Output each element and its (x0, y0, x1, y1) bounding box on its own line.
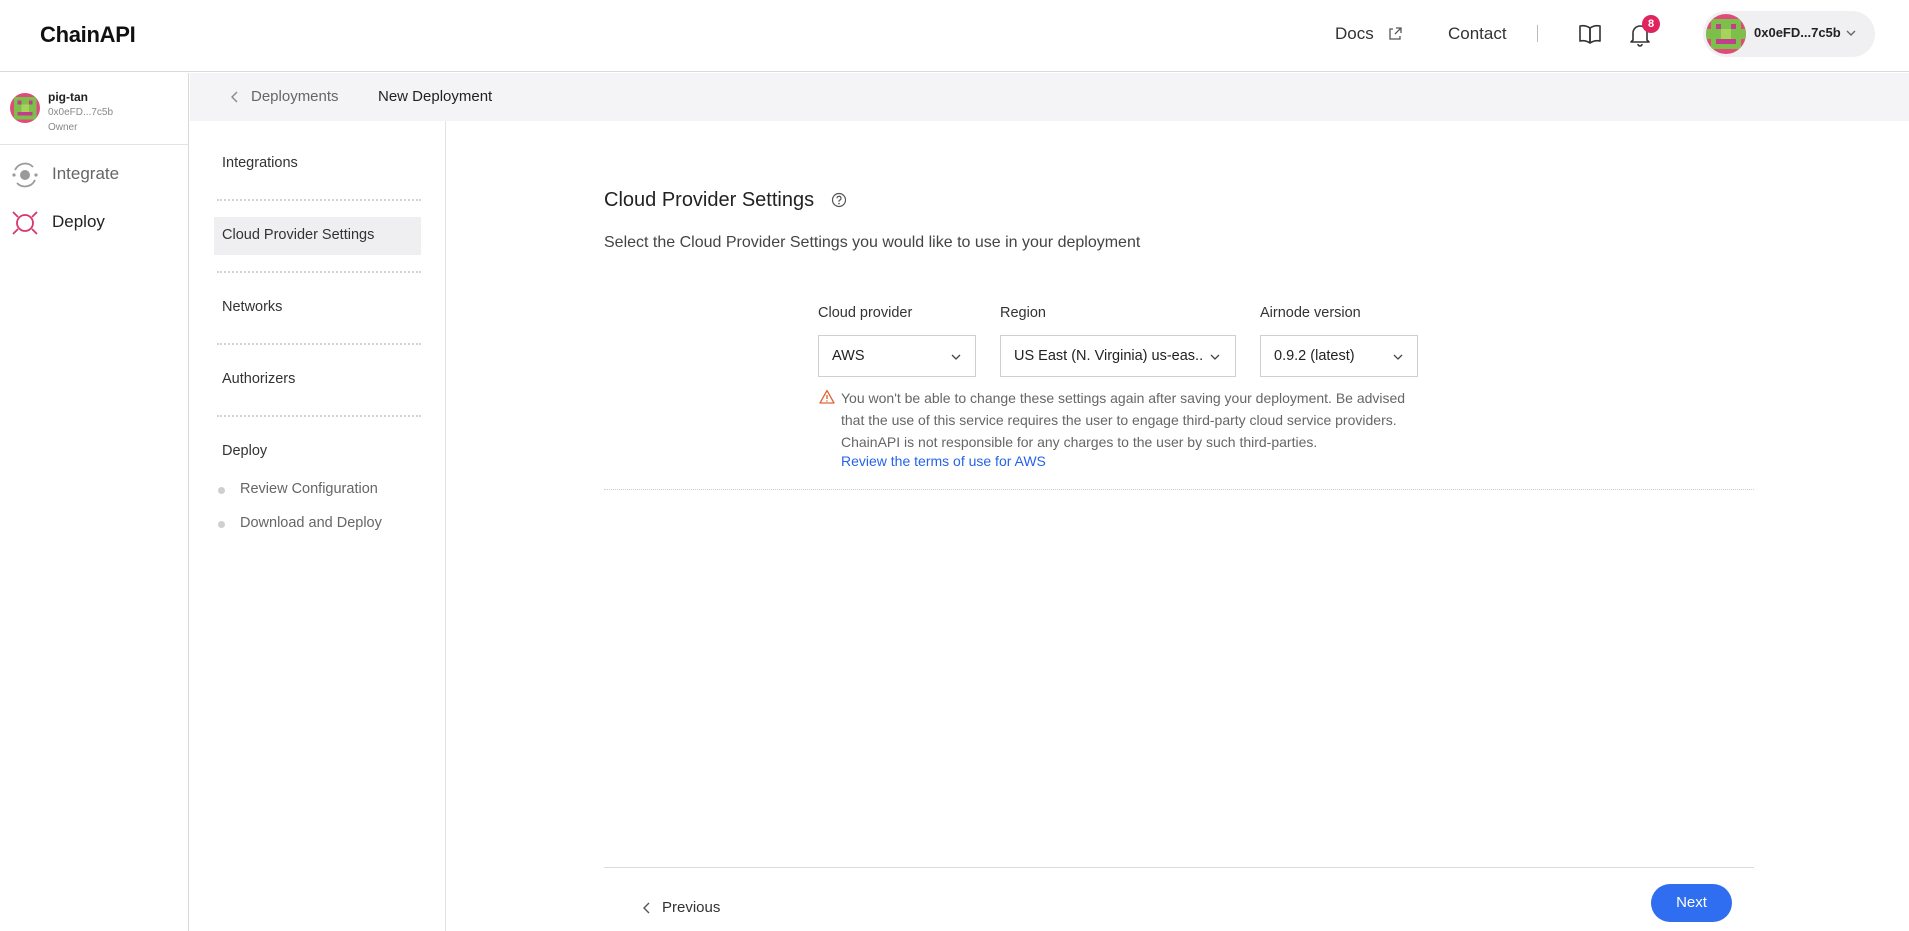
docs-link[interactable]: Docs (1335, 24, 1374, 44)
main-content: Cloud Provider Settings Select the Cloud… (447, 121, 1909, 931)
notification-badge: 8 (1642, 15, 1660, 33)
user-address: 0x0eFD...7c5b (48, 107, 114, 118)
step-divider (217, 343, 421, 345)
chevron-down-icon (951, 354, 961, 360)
select-value: 0.9.2 (latest) (1274, 348, 1355, 364)
region-label: Region (1000, 305, 1046, 321)
sub-step-label: Download and Deploy (240, 515, 382, 531)
step-label: Cloud Provider Settings (222, 227, 375, 243)
region-select[interactable]: US East (N. Virginia) us-eas... (1000, 335, 1236, 377)
step-integrations[interactable]: Integrations (214, 145, 421, 183)
step-deploy[interactable]: Deploy (214, 433, 421, 471)
top-header: ChainAPI Docs Contact 8 0x0eFD...7c5b (0, 0, 1909, 72)
cloud-provider-select[interactable]: AWS (818, 335, 976, 377)
sub-step-review-configuration[interactable]: Review Configuration (218, 479, 418, 503)
breadcrumb: Deployments New Deployment (190, 73, 1909, 121)
breadcrumb-current: New Deployment (378, 88, 493, 105)
external-link-icon[interactable] (1387, 26, 1403, 42)
chevron-down-icon (1393, 354, 1403, 360)
bullet-dot (218, 521, 225, 528)
avatar (1706, 14, 1746, 54)
aws-terms-link[interactable]: Review the terms of use for AWS (841, 453, 1046, 469)
chevron-down-icon (1846, 30, 1856, 36)
airnode-version-label: Airnode version (1260, 305, 1361, 321)
avatar (10, 93, 40, 123)
step-label: Deploy (222, 443, 268, 459)
header-divider (1537, 25, 1538, 42)
sidebar-item-label: Deploy (52, 212, 105, 231)
next-button[interactable]: Next (1651, 884, 1732, 922)
page-title: Cloud Provider Settings (604, 189, 815, 211)
step-label: Integrations (222, 155, 298, 171)
sidebar-item-deploy[interactable]: Deploy (0, 203, 189, 243)
next-label: Next (1676, 894, 1707, 911)
user-name: pig-tan (48, 90, 88, 104)
footer-divider (604, 867, 1754, 868)
airnode-version-select[interactable]: 0.9.2 (latest) (1260, 335, 1418, 377)
user-role: Owner (48, 122, 78, 133)
step-label: Authorizers (222, 371, 296, 387)
warning-icon (819, 389, 835, 404)
step-authorizers[interactable]: Authorizers (214, 361, 421, 399)
chevron-down-icon (1210, 354, 1220, 360)
chevron-left-icon[interactable] (230, 90, 240, 104)
step-networks[interactable]: Networks (214, 289, 421, 327)
step-divider (217, 415, 421, 417)
account-address: 0x0eFD...7c5b (1754, 25, 1841, 40)
sidebar-item-integrate[interactable]: Integrate (0, 155, 189, 195)
integrate-icon (12, 162, 38, 188)
sidebar-item-label: Integrate (52, 164, 120, 183)
user-sidebar: pig-tan 0x0eFD...7c5b Owner Integrate De… (0, 73, 189, 931)
deploy-icon (12, 211, 38, 235)
select-value: AWS (832, 348, 865, 364)
help-icon[interactable] (831, 192, 847, 208)
user-card[interactable]: pig-tan 0x0eFD...7c5b Owner (0, 73, 189, 145)
wizard-steps: Integrations Cloud Provider Settings Net… (190, 121, 446, 931)
previous-label: Previous (662, 899, 721, 916)
cloud-provider-label: Cloud provider (818, 305, 913, 321)
step-label: Networks (222, 299, 283, 315)
book-icon[interactable] (1578, 23, 1602, 45)
bullet-dot (218, 487, 225, 494)
contact-link[interactable]: Contact (1448, 24, 1507, 44)
select-value: US East (N. Virginia) us-eas... (1014, 348, 1204, 364)
account-menu[interactable]: 0x0eFD...7c5b (1703, 11, 1875, 57)
step-cloud-provider-settings[interactable]: Cloud Provider Settings (214, 217, 421, 255)
chevron-left-icon (643, 902, 650, 914)
warning-message: You won't be able to change these settin… (841, 390, 1406, 450)
page-subtitle: Select the Cloud Provider Settings you w… (604, 234, 1141, 251)
section-divider (604, 489, 1754, 490)
sub-step-download-and-deploy[interactable]: Download and Deploy (218, 513, 418, 537)
step-divider (217, 271, 421, 273)
previous-button[interactable]: Previous (642, 891, 742, 925)
chainapi-logo[interactable]: ChainAPI (40, 22, 136, 48)
breadcrumb-deployments-link[interactable]: Deployments (251, 88, 339, 105)
step-divider (217, 199, 421, 201)
sub-step-label: Review Configuration (240, 481, 378, 497)
